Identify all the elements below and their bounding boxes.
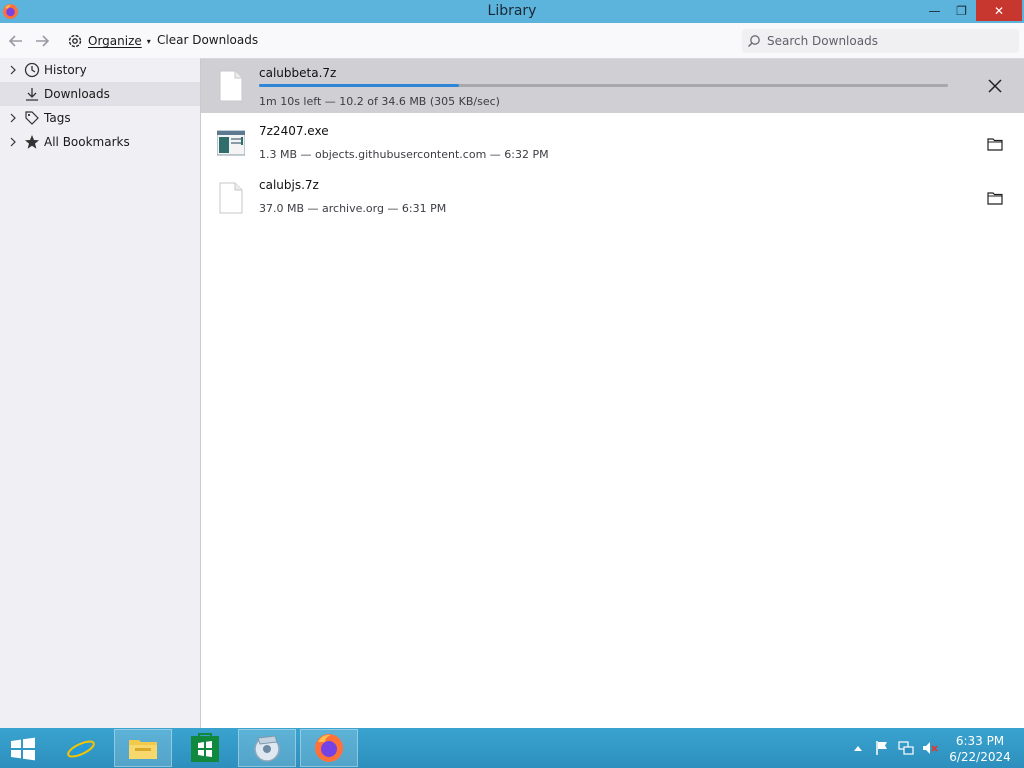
download-status: 1m 10s left — 10.2 of 34.6 MB (305 KB/se… — [259, 95, 500, 108]
show-hidden-icons-button[interactable] — [850, 740, 866, 756]
volume-muted-icon — [923, 742, 938, 754]
firefox-icon — [315, 734, 343, 762]
download-status: 1.3 MB — objects.githubusercontent.com —… — [259, 148, 549, 161]
exe-file-icon — [217, 130, 245, 156]
gear-icon — [68, 34, 82, 48]
sidebar-item-tags[interactable]: Tags — [0, 106, 200, 130]
sidebar-item-history[interactable]: History — [0, 58, 200, 82]
cancel-download-button[interactable] — [983, 74, 1007, 98]
network-button[interactable] — [898, 740, 914, 756]
star-icon — [25, 135, 39, 149]
toolbar: Organize ▾ Clear Downloads — [0, 23, 1024, 58]
sidebar-item-label: Downloads — [44, 87, 110, 101]
store-taskbar-button[interactable] — [176, 729, 234, 767]
search-box[interactable] — [742, 29, 1019, 53]
chevron-right-icon[interactable] — [8, 64, 18, 76]
chevron-up-icon — [854, 746, 862, 751]
clock-date: 6/22/2024 — [949, 750, 1011, 764]
internet-explorer-icon: e — [67, 732, 95, 764]
downloads-list: calubbeta.7z 1m 10s left — 10.2 of 34.6 … — [200, 58, 1024, 728]
media-taskbar-button[interactable] — [238, 729, 296, 767]
store-icon — [191, 733, 219, 762]
download-progress-fill — [259, 84, 459, 87]
flag-icon — [876, 741, 887, 755]
download-item[interactable]: calubbeta.7z 1m 10s left — 10.2 of 34.6 … — [201, 59, 1024, 113]
clock-time: 6:33 PM — [955, 734, 1005, 748]
download-status: 37.0 MB — archive.org — 6:31 PM — [259, 202, 447, 215]
back-arrow-icon[interactable] — [7, 32, 25, 50]
search-icon — [748, 35, 760, 47]
download-icon — [26, 88, 38, 101]
download-progress-bar — [259, 84, 948, 87]
sidebar-item-label: History — [44, 63, 87, 77]
system-clock[interactable]: 6:33 PM 6/22/2024 — [943, 733, 1017, 765]
firefox-taskbar-button[interactable] — [300, 729, 358, 767]
organize-button[interactable]: Organize ▾ — [66, 31, 151, 51]
internet-explorer-taskbar-button[interactable]: e — [52, 729, 110, 767]
download-item[interactable]: calubjs.7z 37.0 MB — archive.org — 6:31 … — [201, 171, 1024, 225]
forward-arrow-icon[interactable] — [33, 32, 51, 50]
download-item[interactable]: 7z2407.exe 1.3 MB — objects.githubuserco… — [201, 117, 1024, 171]
download-filename: calubbeta.7z — [259, 66, 337, 80]
network-icon — [898, 741, 914, 755]
sidebar-item-all-bookmarks[interactable]: All Bookmarks — [0, 130, 200, 154]
tag-icon — [25, 111, 39, 125]
download-filename: calubjs.7z — [259, 178, 319, 192]
title-bar: Library — ❐ ✕ — [0, 0, 1024, 23]
clock-icon — [24, 62, 40, 78]
maximize-button[interactable]: ❐ — [948, 0, 975, 21]
folder-icon — [987, 138, 1003, 151]
sidebar-item-label: Tags — [44, 111, 71, 125]
window-title: Library — [487, 3, 537, 19]
cancel-icon — [988, 79, 1002, 93]
show-in-folder-button[interactable] — [983, 132, 1007, 156]
download-filename: 7z2407.exe — [259, 124, 329, 138]
chevron-down-icon: ▾ — [146, 36, 151, 46]
file-icon — [219, 70, 243, 102]
file-explorer-taskbar-button[interactable] — [114, 729, 172, 767]
file-icon — [219, 182, 243, 214]
media-icon — [254, 735, 280, 762]
windows-start-icon[interactable] — [6, 734, 40, 764]
close-button[interactable]: ✕ — [976, 0, 1022, 21]
volume-button[interactable] — [922, 740, 938, 756]
show-in-folder-button[interactable] — [983, 186, 1007, 210]
action-center-button[interactable] — [874, 740, 890, 756]
sidebar-item-downloads[interactable]: Downloads — [0, 82, 200, 106]
clear-downloads-button[interactable]: Clear Downloads — [157, 33, 258, 47]
file-explorer-icon — [129, 740, 157, 759]
taskbar: e 6:33 PM 6/22/2024 — [0, 728, 1024, 768]
organize-label: Organize — [88, 34, 142, 48]
svg-text:e: e — [72, 732, 90, 764]
folder-icon — [987, 192, 1003, 205]
chevron-right-icon[interactable] — [8, 136, 18, 148]
sidebar-item-label: All Bookmarks — [44, 135, 130, 149]
sidebar: History Downloads Tags All Bookmarks — [0, 58, 200, 728]
minimize-button[interactable]: — — [921, 0, 948, 21]
search-input[interactable] — [767, 34, 1007, 48]
chevron-right-icon[interactable] — [8, 112, 18, 124]
